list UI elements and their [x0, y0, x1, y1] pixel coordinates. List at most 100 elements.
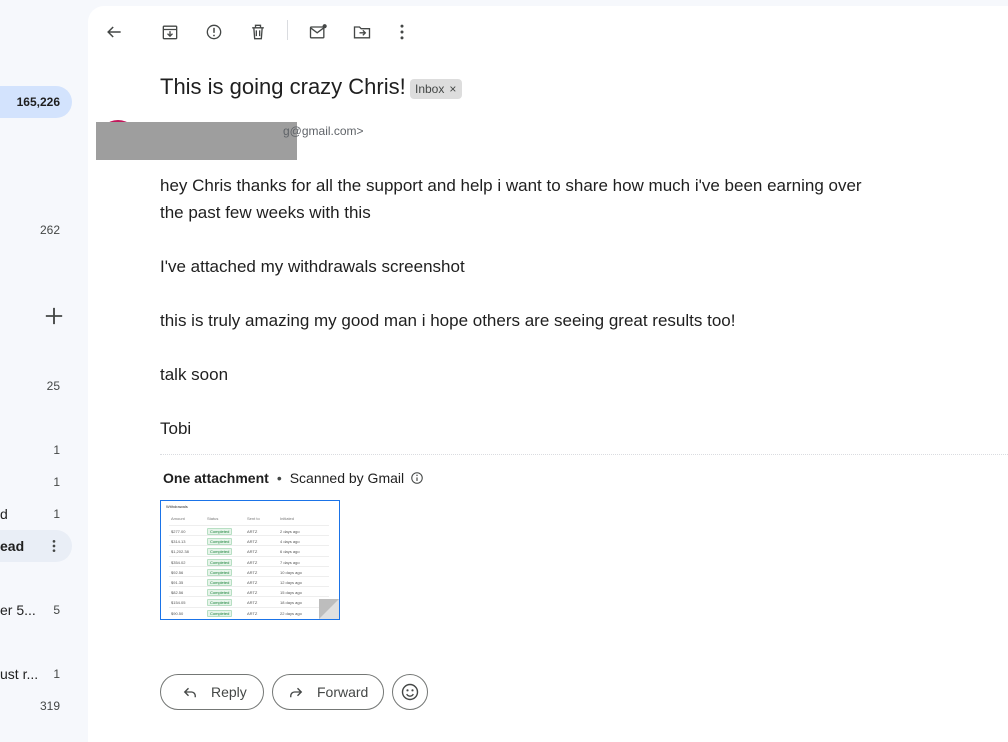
thumbnail-cell: ARTZ — [247, 539, 258, 545]
sidebar-item-count: 5 — [53, 603, 60, 617]
move-to-button[interactable] — [344, 14, 380, 50]
reply-label: Reply — [211, 684, 247, 700]
remove-label-button[interactable]: × — [449, 82, 456, 96]
delete-icon — [252, 24, 264, 40]
sidebar-item-count: 165,226 — [16, 95, 60, 109]
thumbnail-cell: $314.13 — [171, 539, 186, 545]
thumbnail-cell: 4 days ago — [280, 539, 300, 545]
thumbnail-cell: Completed — [207, 548, 233, 556]
thumbnail-cell: 15 days ago — [280, 590, 302, 596]
create-label-button[interactable] — [40, 302, 68, 330]
sidebar-item-count: 25 — [46, 379, 60, 393]
thumbnail-cell: ARTZ — [247, 559, 258, 565]
label-chip-text: Inbox — [415, 82, 445, 96]
sidebar-item-count: 1 — [53, 667, 60, 681]
thumbnail-row: $154.05 Completed ARTZ 18 days ago — [169, 596, 329, 607]
thumbnail-cell: Completed — [207, 558, 233, 566]
thumbnail-cell: 2 days ago — [280, 529, 300, 534]
report-spam-icon — [206, 24, 222, 40]
thumbnail-cell: ARTZ — [247, 549, 258, 555]
thumbnail-cell: 10 days ago — [280, 569, 302, 575]
sidebar-item[interactable]: er 5... 5 — [0, 594, 72, 626]
thumbnail-cell: Completed — [207, 538, 233, 546]
sidebar-item[interactable]: 1 — [0, 434, 72, 466]
body-paragraph: I've attached my withdrawals screenshot — [160, 257, 465, 276]
email-body: hey Chris thanks for all the support and… — [160, 172, 880, 469]
mark-unread-icon — [309, 24, 327, 39]
archive-icon — [162, 25, 178, 40]
thumbnail-cell: $91.35 — [171, 580, 184, 585]
sidebar-item-label: ust r... — [0, 666, 39, 682]
thumbnail-row: $90.50 Completed ARTZ 22 days ago — [169, 606, 329, 617]
thumbnail-cell: $82.56 — [171, 590, 184, 596]
delete-button[interactable] — [240, 14, 276, 50]
forward-icon — [290, 687, 303, 698]
thumbnail-cell: ARTZ — [247, 590, 258, 596]
thumbnail-row: $354.02 Completed ARTZ 7 days ago — [169, 555, 329, 566]
thumbnail-cell: 12 days ago — [280, 580, 302, 585]
thumbnail-row: $82.56 Completed ARTZ 15 days ago — [169, 586, 329, 597]
thumbnail-header: Sent to — [247, 516, 260, 521]
forward-button[interactable]: Forward — [272, 674, 384, 710]
thumbnail-cell: $92.56 — [171, 569, 184, 575]
thumbnail-cell: Completed — [207, 568, 233, 576]
sidebar-item[interactable]: 319 — [0, 690, 72, 722]
toolbar-separator — [287, 20, 288, 40]
thumbnail-cell: $1,202.38 — [171, 549, 189, 555]
thumbnail-cell: 18 days ago — [280, 600, 302, 606]
attachment-header: One attachment • Scanned by Gmail — [163, 470, 424, 486]
attachment-thumbnail[interactable]: Withdrawals Amount Status Sent to Initia… — [160, 500, 340, 620]
thumbnail-cell: $154.05 — [171, 600, 186, 606]
thumbnail-cell: Completed — [207, 589, 233, 597]
email-subject: This is going crazy Chris! — [160, 74, 406, 99]
sidebar-item-count: 1 — [53, 443, 60, 457]
info-icon[interactable] — [410, 471, 424, 485]
sidebar-item[interactable]: 262 — [0, 214, 72, 246]
reply-button[interactable]: Reply — [160, 674, 264, 710]
body-paragraph: talk soon — [160, 365, 229, 384]
sidebar-item-label: er 5... — [0, 602, 36, 618]
back-icon — [107, 26, 121, 38]
thumbnail-cell: 22 days ago — [280, 610, 302, 616]
emoji-icon — [401, 683, 419, 701]
thumbnail-cell: ARTZ — [247, 580, 258, 585]
thumbnail-cell: ARTZ — [247, 600, 258, 606]
thumbnail-cell: ARTZ — [247, 610, 258, 616]
sidebar-item-label: d — [0, 506, 8, 522]
redacted-sender-name — [96, 122, 297, 160]
body-paragraph: this is truly amazing my good man i hope… — [160, 311, 736, 330]
sidebar-item[interactable]: d 1 — [0, 498, 72, 530]
scan-status: Scanned by Gmail — [289, 470, 405, 486]
thumbnail-cell: 6 days ago — [280, 549, 300, 555]
thumbnail-header: Status — [207, 516, 219, 521]
archive-button[interactable] — [152, 14, 188, 50]
attachment-divider — [160, 454, 1008, 455]
sidebar-item[interactable]: ust r... 1 — [0, 658, 72, 690]
sidebar-item[interactable]: 25 — [0, 370, 72, 402]
label-chip-inbox[interactable]: Inbox × — [410, 79, 463, 99]
emoji-reaction-button[interactable] — [392, 674, 428, 710]
thumbnail-row: $277.00 Completed ARTZ 2 days ago — [169, 525, 329, 535]
mark-unread-button[interactable] — [300, 14, 336, 50]
more-icon — [400, 24, 404, 40]
sidebar-item[interactable]: ead — [0, 530, 72, 562]
more-button[interactable] — [384, 14, 420, 50]
back-button[interactable] — [96, 14, 132, 50]
thumbnail-row: $1,202.38 Completed ARTZ 6 days ago — [169, 545, 329, 556]
sidebar-item-label: ead — [0, 538, 25, 554]
sidebar: 165,226 262 25 1 1 d 1 ead er 5... 5 ust… — [0, 0, 88, 742]
sidebar-item[interactable]: 1 — [0, 466, 72, 498]
thumbnail-cell: Completed — [207, 528, 233, 535]
thumbnail-cell: 7 days ago — [280, 559, 300, 565]
thumbnail-cell: $277.00 — [171, 529, 186, 534]
body-paragraph: Tobi — [160, 419, 192, 438]
sidebar-item-more-button[interactable] — [46, 538, 62, 557]
sidebar-item-inbox[interactable]: 165,226 — [0, 86, 72, 118]
reply-icon — [183, 687, 196, 698]
thumbnail-cell: $354.02 — [171, 559, 186, 565]
report-spam-button[interactable] — [196, 14, 232, 50]
thumbnail-row: $314.13 Completed ARTZ 4 days ago — [169, 535, 329, 546]
sender-email: g@gmail.com> — [283, 124, 364, 138]
thumbnail-cell: Completed — [207, 609, 233, 617]
move-to-icon — [353, 26, 371, 39]
